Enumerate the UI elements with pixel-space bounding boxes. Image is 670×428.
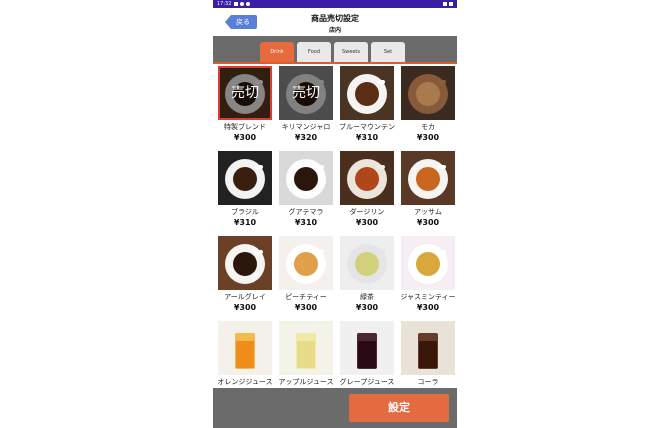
product-name: アッサム bbox=[414, 208, 442, 216]
product-image bbox=[279, 151, 333, 205]
product-name: コーラ bbox=[417, 378, 439, 386]
sold-out-label: 売切 bbox=[292, 85, 320, 101]
product-name: キリマンジャロ bbox=[281, 123, 331, 131]
product-image bbox=[340, 151, 394, 205]
product-item[interactable]: グアテマラ ¥310 bbox=[277, 151, 335, 227]
product-image bbox=[340, 66, 394, 120]
footer-bar: 設定 bbox=[213, 388, 457, 428]
product-item[interactable]: 売切キリマンジャロ ¥320 bbox=[277, 66, 335, 142]
product-price: ¥300 bbox=[416, 218, 440, 227]
status-bar: 17:32 bbox=[213, 0, 457, 8]
drink-image-icon bbox=[340, 236, 394, 290]
drink-image-icon bbox=[279, 321, 333, 375]
product-name: アップルジュース bbox=[278, 378, 334, 386]
product-item[interactable]: ジャスミンティー ¥300 bbox=[399, 236, 457, 312]
product-item[interactable]: アップルジュース bbox=[277, 321, 335, 388]
notification-icon bbox=[240, 2, 245, 6]
product-item[interactable]: アッサム ¥300 bbox=[399, 151, 457, 227]
product-item[interactable]: グレープジュース bbox=[338, 321, 396, 388]
product-name: グアテマラ bbox=[288, 208, 324, 216]
product-item[interactable]: ブラジル ¥310 bbox=[216, 151, 274, 227]
drink-image-icon bbox=[401, 321, 455, 375]
product-name: モカ bbox=[421, 123, 435, 131]
product-image bbox=[340, 321, 394, 375]
product-image: 売切 bbox=[218, 66, 272, 120]
tab-drink[interactable]: Drink bbox=[260, 42, 294, 62]
product-name: アールグレイ bbox=[224, 293, 266, 301]
drink-image-icon bbox=[401, 151, 455, 205]
status-time: 17:32 bbox=[217, 1, 232, 7]
category-tabs: Drink Food Sweets Set bbox=[260, 42, 405, 62]
product-price: ¥300 bbox=[233, 303, 257, 312]
product-image: 売切 bbox=[279, 66, 333, 120]
product-image bbox=[401, 321, 455, 375]
product-image bbox=[218, 236, 272, 290]
system-icons bbox=[443, 2, 453, 6]
notification-icon bbox=[234, 2, 239, 6]
page-subtitle: 店内 bbox=[328, 27, 341, 34]
product-item[interactable]: ブルーマウンテン ¥310 bbox=[338, 66, 396, 142]
product-name: ブラジル bbox=[231, 208, 259, 216]
product-image bbox=[401, 236, 455, 290]
drink-image-icon bbox=[218, 151, 272, 205]
product-price: ¥310 bbox=[294, 218, 318, 227]
product-image bbox=[279, 236, 333, 290]
product-price: ¥310 bbox=[233, 218, 257, 227]
notification-icon bbox=[246, 2, 251, 6]
tab-sweets[interactable]: Sweets bbox=[334, 42, 368, 62]
drink-image-icon bbox=[279, 151, 333, 205]
product-name: ダージリン bbox=[349, 208, 385, 216]
product-name: ジャスミンティー bbox=[400, 293, 456, 301]
product-price: ¥300 bbox=[416, 303, 440, 312]
device-screen: 17:32 戻る 商品売切設定 店内 Drink Food Sweets Set 売切… bbox=[213, 0, 457, 428]
drink-image-icon bbox=[218, 236, 272, 290]
product-item[interactable]: コーラ bbox=[399, 321, 457, 388]
product-price: ¥300 bbox=[355, 218, 379, 227]
drink-image-icon bbox=[340, 321, 394, 375]
product-name: 特製ブレンド bbox=[224, 123, 266, 131]
drink-image-icon bbox=[279, 236, 333, 290]
product-image bbox=[401, 66, 455, 120]
product-image bbox=[218, 321, 272, 375]
product-image bbox=[218, 151, 272, 205]
set-button[interactable]: 設定 bbox=[349, 394, 449, 422]
drink-image-icon bbox=[340, 66, 394, 120]
product-price: ¥310 bbox=[355, 133, 379, 142]
page-title: 商品売切設定 bbox=[311, 14, 359, 23]
drink-image-icon bbox=[401, 66, 455, 120]
product-name: オレンジジュース bbox=[217, 378, 273, 386]
sold-out-label: 売切 bbox=[231, 85, 259, 101]
product-name: ブルーマウンテン bbox=[339, 123, 395, 131]
product-grid: 売切特製ブレンド ¥300 売切キリマンジャロ ¥320 ブルーマウンテン ¥310 モカ ¥… bbox=[213, 64, 457, 388]
product-item[interactable]: オレンジジュース bbox=[216, 321, 274, 388]
tab-food[interactable]: Food bbox=[297, 42, 331, 62]
product-image bbox=[401, 151, 455, 205]
header: 戻る 商品売切設定 店内 bbox=[213, 8, 457, 36]
drink-image-icon bbox=[401, 236, 455, 290]
product-name: ピーチティー bbox=[285, 293, 327, 301]
product-price: ¥300 bbox=[416, 133, 440, 142]
wifi-icon bbox=[443, 2, 447, 6]
product-item[interactable]: モカ ¥300 bbox=[399, 66, 457, 142]
product-name: 緑茶 bbox=[360, 293, 374, 301]
product-name: グレープジュース bbox=[339, 378, 395, 386]
battery-icon bbox=[449, 2, 453, 6]
product-item[interactable]: アールグレイ ¥300 bbox=[216, 236, 274, 312]
product-image bbox=[279, 321, 333, 375]
product-item[interactable]: ダージリン ¥300 bbox=[338, 151, 396, 227]
category-tab-bar: Drink Food Sweets Set bbox=[213, 36, 457, 64]
tab-set[interactable]: Set bbox=[371, 42, 405, 62]
product-price: ¥300 bbox=[294, 303, 318, 312]
product-price: ¥300 bbox=[233, 133, 257, 142]
product-price: ¥320 bbox=[294, 133, 318, 142]
product-item[interactable]: 売切特製ブレンド ¥300 bbox=[216, 66, 274, 142]
product-item[interactable]: ピーチティー ¥300 bbox=[277, 236, 335, 312]
notification-icons bbox=[234, 2, 251, 6]
drink-image-icon bbox=[340, 151, 394, 205]
drink-image-icon bbox=[218, 321, 272, 375]
product-price: ¥300 bbox=[355, 303, 379, 312]
product-image bbox=[340, 236, 394, 290]
product-item[interactable]: 緑茶 ¥300 bbox=[338, 236, 396, 312]
